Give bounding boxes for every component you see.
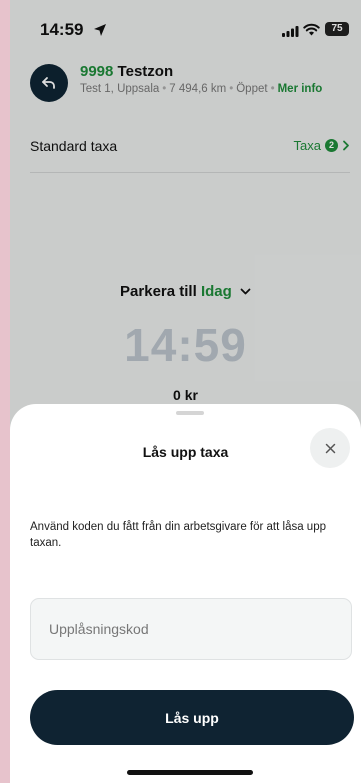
- sheet-description: Använd koden du fått från din arbetsgiva…: [30, 521, 326, 549]
- unlock-tariff-sheet: Lås upp taxa Använd koden du fått från d…: [10, 404, 361, 783]
- sheet-grabber[interactable]: [176, 411, 204, 415]
- unlock-button[interactable]: Lås upp: [30, 690, 354, 745]
- phone-screen: 14:59 75 9998 Testzon Test 1, Uppsala • 7 …: [10, 0, 361, 783]
- home-indicator: [127, 770, 253, 775]
- unlock-code-input[interactable]: Upplåsningskod: [30, 598, 352, 660]
- close-icon: [325, 443, 335, 453]
- unlock-code-placeholder: Upplåsningskod: [49, 621, 149, 637]
- close-button[interactable]: [310, 428, 350, 468]
- sheet-title: Lås upp taxa: [142, 444, 229, 460]
